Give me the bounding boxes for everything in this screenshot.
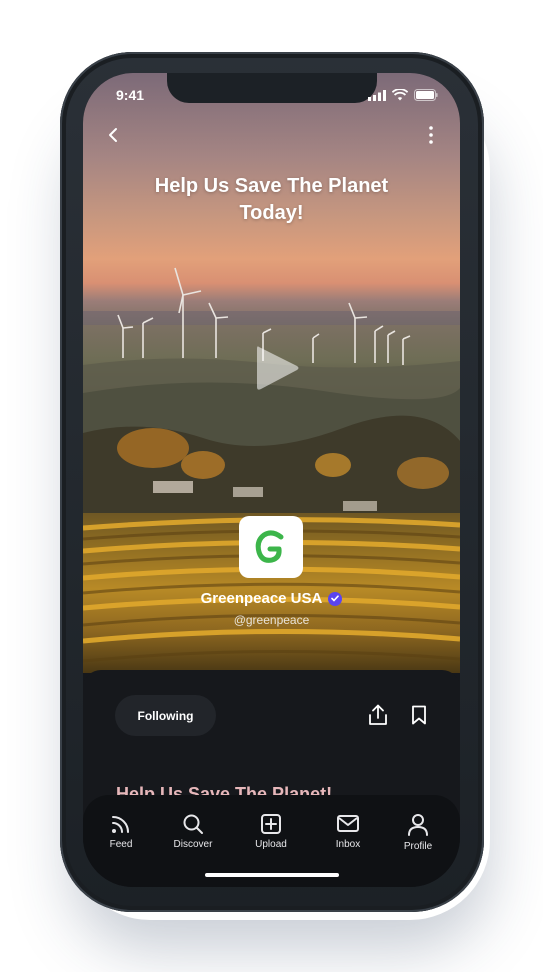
chevron-left-icon [109, 128, 117, 142]
tab-profile-label: Profile [403, 841, 433, 852]
back-button[interactable] [101, 123, 125, 147]
organization-name[interactable]: Greenpeace USA [201, 590, 323, 607]
tab-discover[interactable]: Discover [163, 813, 223, 850]
play-icon [257, 346, 299, 390]
tab-profile[interactable]: Profile [388, 813, 448, 852]
tab-upload-label: Upload [255, 839, 287, 850]
organization-handle[interactable]: @greenpeace [83, 613, 460, 627]
wifi-icon [392, 89, 408, 101]
bookmark-icon [412, 705, 426, 725]
greenpeace-logo[interactable] [239, 516, 303, 578]
bookmark-button[interactable] [407, 702, 431, 728]
tab-feed[interactable]: Feed [91, 813, 151, 850]
profile-icon [408, 814, 428, 836]
feed-icon [112, 816, 129, 833]
hero-title: Help Us Save The Planet Today! [154, 175, 389, 224]
search-icon [183, 814, 203, 834]
inbox-icon [337, 815, 359, 832]
status-icons [368, 89, 438, 101]
battery-icon [414, 89, 438, 101]
status-time: 9:41 [116, 87, 145, 103]
play-button[interactable] [253, 343, 301, 393]
camera-notch [167, 73, 377, 103]
following-button[interactable]: Following [115, 695, 216, 736]
share-button[interactable] [366, 702, 390, 728]
home-indicator[interactable] [205, 873, 339, 877]
screen: 9:41 Help Us Save The Planet Today! Gree… [83, 73, 460, 887]
organization-name-row: Greenpeace USA [83, 590, 460, 607]
tab-feed-label: Feed [109, 839, 133, 850]
more-vertical-icon [429, 126, 433, 144]
tab-discover-label: Discover [173, 839, 213, 850]
tab-upload[interactable]: Upload [241, 813, 301, 850]
upload-icon [261, 814, 281, 834]
greenpeace-g-icon [255, 530, 284, 563]
tab-inbox-label: Inbox [335, 839, 361, 850]
share-icon [369, 704, 387, 725]
verified-badge-icon [328, 591, 343, 606]
tab-inbox[interactable]: Inbox [318, 813, 378, 850]
more-options-button[interactable] [419, 123, 443, 147]
signal-icon [368, 89, 386, 101]
